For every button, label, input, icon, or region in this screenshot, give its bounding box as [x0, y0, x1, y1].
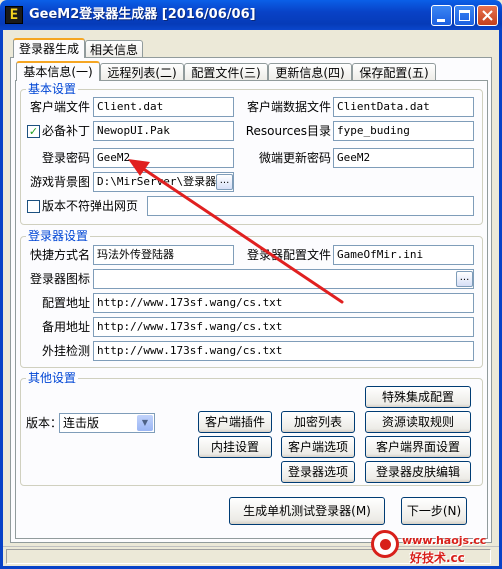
- tab-basic-info[interactable]: 基本信息(一): [16, 61, 100, 81]
- watermark-logo: [371, 530, 399, 558]
- watermark-url: www.haojs.cc: [402, 534, 487, 547]
- annotation-arrow: [128, 159, 344, 304]
- tab-launcher-generate[interactable]: 登录器生成: [13, 38, 85, 58]
- watermark-logo-dot: [380, 539, 391, 550]
- watermark-text: 好技术.cc: [410, 551, 465, 565]
